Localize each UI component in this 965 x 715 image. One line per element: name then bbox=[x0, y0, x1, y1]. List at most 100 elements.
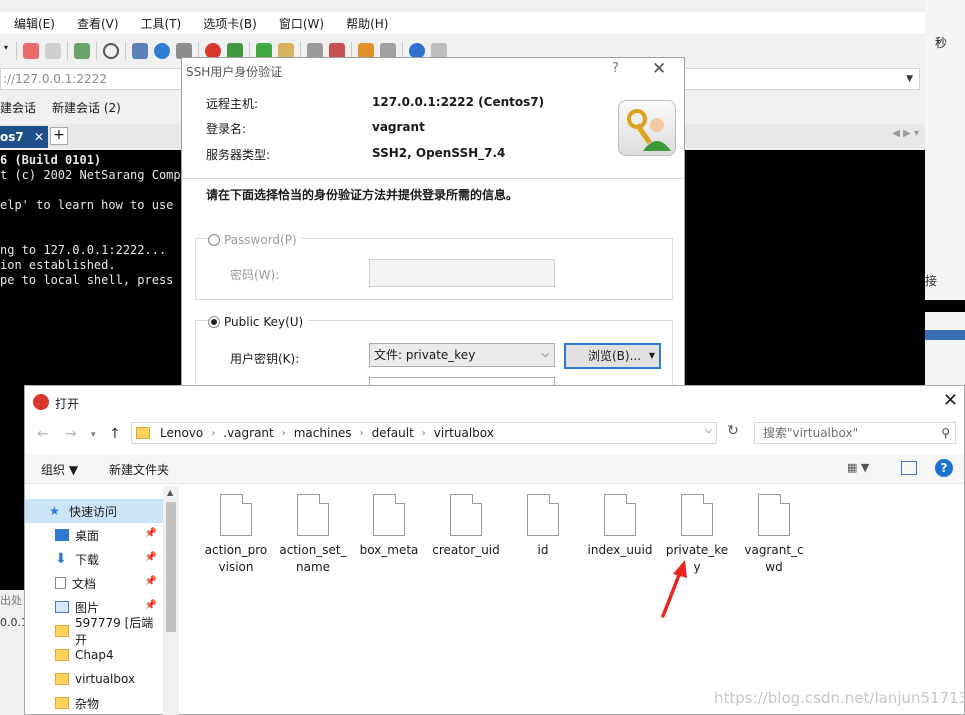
dialog-title: SSH用户身份验证 bbox=[186, 65, 283, 79]
file-item[interactable]: creator_uid bbox=[428, 494, 504, 559]
file-item[interactable]: id bbox=[505, 494, 581, 559]
pin-icon[interactable]: 📌 bbox=[145, 552, 157, 563]
nav-item-label: 桌面 bbox=[75, 528, 100, 543]
chevron-down-icon[interactable]: ▼ bbox=[906, 69, 913, 89]
session-link[interactable]: 建会话 bbox=[0, 99, 36, 116]
browse-label: 浏览(B)... bbox=[588, 349, 642, 363]
breadcrumb-item[interactable]: Lenovo bbox=[160, 426, 203, 440]
background-band-blue bbox=[925, 330, 965, 340]
file-icon bbox=[604, 494, 636, 536]
dialog-title: 打开 bbox=[55, 397, 80, 411]
command-bar: 组织 ▼ 新建文件夹 ▦ ▼ ? bbox=[25, 454, 964, 484]
file-name: box_meta bbox=[359, 543, 419, 557]
add-tab-button[interactable]: + bbox=[50, 127, 68, 145]
menu-window[interactable]: 窗口(W) bbox=[279, 15, 324, 32]
disconnect-icon[interactable] bbox=[23, 43, 39, 59]
close-button[interactable]: ✕ bbox=[943, 390, 958, 411]
nav-scrollbar[interactable]: ▲ bbox=[163, 486, 179, 715]
back-arrow-icon[interactable]: ← bbox=[37, 426, 49, 442]
close-icon[interactable]: ✕ bbox=[34, 126, 44, 148]
find-icon[interactable] bbox=[103, 43, 119, 59]
close-button[interactable]: ✕ bbox=[652, 59, 666, 79]
nav-item-downloads[interactable]: ⬇ 下载 📌 bbox=[25, 547, 163, 571]
new-folder-button[interactable]: 新建文件夹 bbox=[109, 461, 169, 478]
password-group: Password(P) 密码(W): bbox=[195, 233, 673, 300]
nav-item-label: 杂物 bbox=[75, 696, 100, 711]
file-item[interactable]: action_provision bbox=[198, 494, 274, 576]
nav-item-label: 快速访问 bbox=[69, 504, 118, 519]
nav-item-virtualbox[interactable]: virtualbox bbox=[25, 667, 163, 691]
breadcrumb-item[interactable]: virtualbox bbox=[434, 426, 494, 440]
red-arrow-annotation bbox=[661, 560, 687, 618]
browse-button[interactable]: 浏览(B)... ▼ bbox=[564, 343, 661, 369]
publickey-option-label: Public Key(U) bbox=[224, 315, 304, 329]
search-icon[interactable]: ⚲ bbox=[941, 423, 950, 443]
chevron-down-icon[interactable]: ⌵ bbox=[705, 426, 712, 436]
menu-help[interactable]: 帮助(H) bbox=[346, 15, 388, 32]
tab-scroll-arrows-icon[interactable]: ◀ ▶ ▾ bbox=[892, 128, 919, 139]
nav-item-quick-access[interactable]: ★ 快速访问 bbox=[25, 499, 163, 523]
password-radio[interactable]: Password(P) bbox=[208, 233, 301, 247]
organize-button[interactable]: 组织 ▼ bbox=[41, 461, 78, 478]
search-input[interactable]: 搜索"virtualbox" ⚲ bbox=[754, 422, 956, 444]
right-label-2: 接 bbox=[925, 274, 938, 288]
chevron-right-icon[interactable]: › bbox=[422, 428, 426, 439]
properties-icon[interactable] bbox=[74, 43, 90, 59]
status-text: 出处 bbox=[0, 594, 22, 607]
menu-edit[interactable]: 编辑(E) bbox=[14, 15, 55, 32]
file-item[interactable]: action_set_name bbox=[275, 494, 351, 576]
pin-icon[interactable]: 📌 bbox=[145, 576, 157, 587]
user-key-select[interactable]: 文件: private_key ⌵ bbox=[369, 343, 555, 367]
recent-chevron-icon[interactable]: ▾ bbox=[91, 430, 96, 440]
scroll-up-icon[interactable]: ▲ bbox=[167, 488, 173, 497]
breadcrumb-item[interactable]: default bbox=[372, 426, 414, 440]
nav-item-folder-597779[interactable]: 597779 [后端开 bbox=[25, 616, 163, 647]
chevron-right-icon[interactable]: › bbox=[211, 428, 215, 439]
pin-icon[interactable]: 📌 bbox=[145, 528, 157, 539]
view-options-icon[interactable]: ▦ ▼ bbox=[847, 461, 869, 474]
nav-item-chap4[interactable]: Chap4 bbox=[25, 643, 163, 667]
file-icon bbox=[297, 494, 329, 536]
menu-tabs[interactable]: 选项卡(B) bbox=[203, 15, 257, 32]
chevron-right-icon[interactable]: › bbox=[282, 428, 286, 439]
tab-centos7[interactable]: os7 ✕ bbox=[0, 126, 48, 148]
document-icon bbox=[55, 577, 66, 589]
nav-item-documents[interactable]: 文档 📌 bbox=[25, 571, 163, 595]
breadcrumb-item[interactable]: machines bbox=[294, 426, 352, 440]
preview-pane-icon[interactable] bbox=[901, 461, 917, 475]
nav-item-desktop[interactable]: 桌面 📌 bbox=[25, 523, 163, 547]
help-button[interactable]: ? bbox=[612, 61, 619, 76]
forward-arrow-icon[interactable]: → bbox=[65, 426, 77, 442]
link-icon[interactable] bbox=[45, 43, 61, 59]
login-value: vagrant bbox=[372, 120, 425, 134]
watermark: https://blog.csdn.net/lanjun517132 bbox=[714, 689, 965, 707]
chevron-right-icon[interactable]: › bbox=[360, 428, 364, 439]
new-session-link[interactable]: 新建会话 (2) bbox=[52, 99, 121, 116]
globe-icon[interactable] bbox=[154, 43, 170, 59]
layout-icon[interactable] bbox=[132, 43, 148, 59]
publickey-radio[interactable]: Public Key(U) bbox=[208, 315, 308, 329]
server-type-value: SSH2, OpenSSH_7.4 bbox=[372, 146, 506, 160]
help-icon[interactable]: ? bbox=[935, 459, 953, 477]
radio-selected-icon[interactable] bbox=[208, 316, 220, 328]
refresh-icon[interactable]: ↻ bbox=[723, 423, 743, 443]
pin-icon[interactable]: 📌 bbox=[145, 600, 157, 611]
file-name: action_set_name bbox=[279, 543, 347, 574]
folder-icon bbox=[55, 649, 69, 661]
file-item[interactable]: index_uuid bbox=[582, 494, 658, 559]
breadcrumb-item[interactable]: .vagrant bbox=[223, 426, 273, 440]
app-logo-icon bbox=[33, 394, 49, 410]
menu-tools[interactable]: 工具(T) bbox=[141, 15, 182, 32]
up-arrow-icon[interactable]: ↑ bbox=[109, 426, 121, 442]
file-icon bbox=[527, 494, 559, 536]
dropdown-icon[interactable]: ▾ bbox=[4, 43, 10, 59]
file-item[interactable]: vagrant_cwd bbox=[736, 494, 812, 576]
nav-item-label: Chap4 bbox=[75, 648, 114, 662]
radio-icon[interactable] bbox=[208, 234, 220, 246]
breadcrumb[interactable]: Lenovo › .vagrant › machines › default ›… bbox=[131, 422, 717, 444]
star-icon: ★ bbox=[49, 504, 60, 518]
file-item[interactable]: box_meta bbox=[351, 494, 427, 559]
scroll-thumb[interactable] bbox=[166, 502, 176, 632]
menu-view[interactable]: 查看(V) bbox=[77, 15, 119, 32]
nav-item-misc[interactable]: 杂物 bbox=[25, 691, 163, 715]
